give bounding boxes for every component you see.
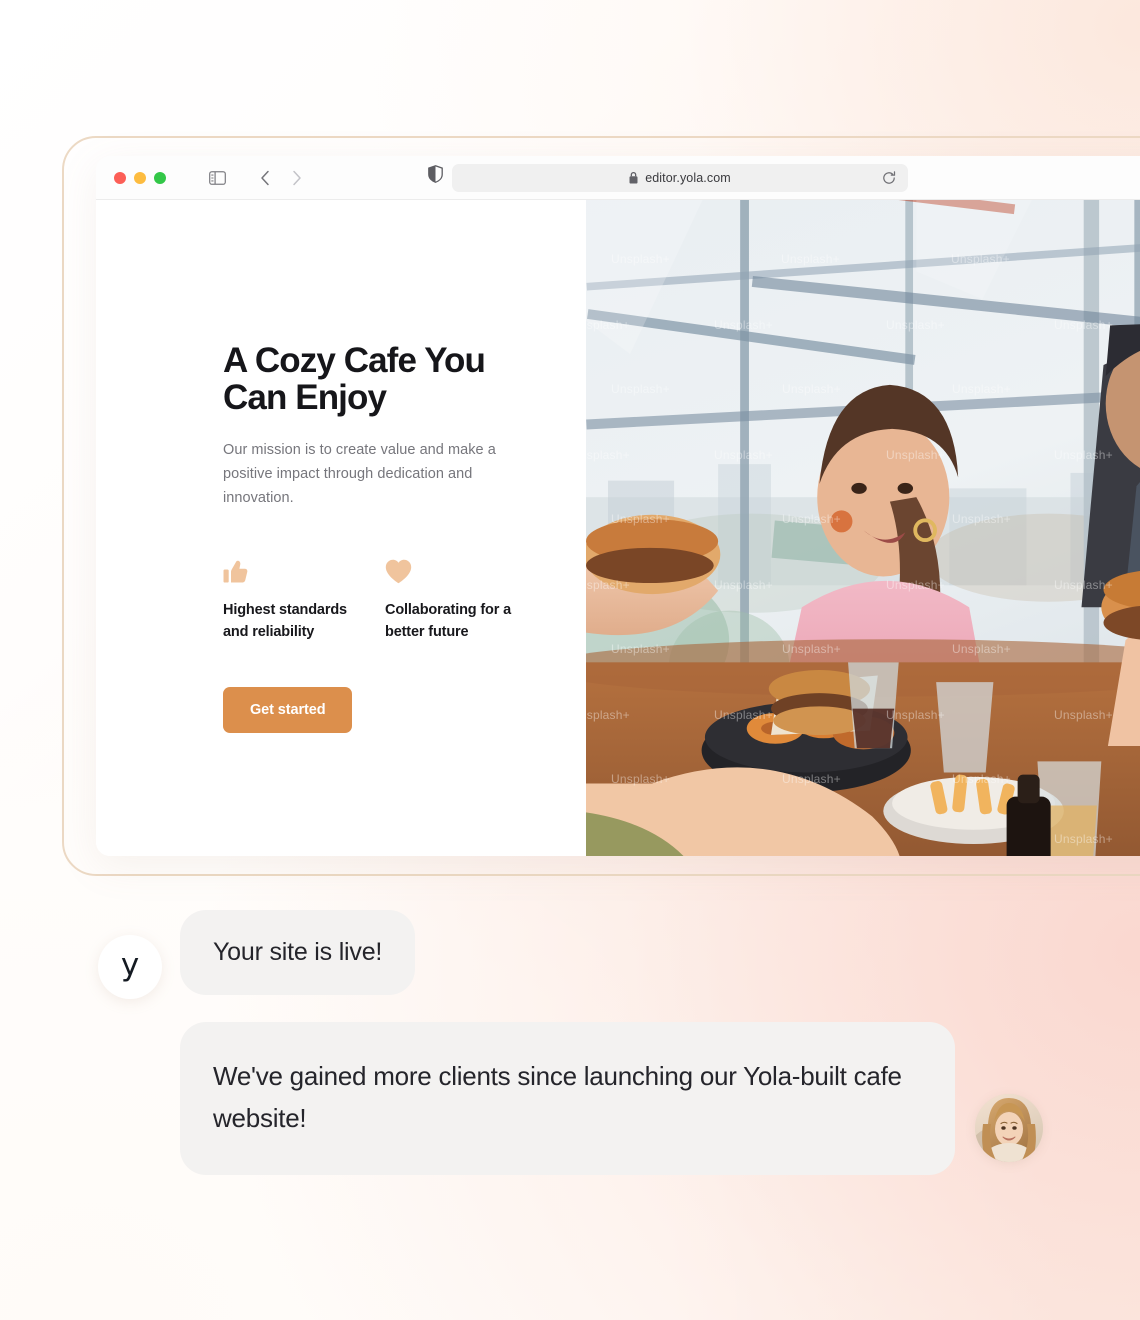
shield-icon[interactable] [428,165,443,188]
yola-brand-avatar: y [98,935,162,999]
feature-item-standards: Highest standards and reliability [223,559,385,643]
thumbs-up-icon [223,559,385,585]
hero-subtitle: Our mission is to create value and make … [223,441,496,506]
hero-photo-illustration [586,200,1140,856]
page-title: A Cozy Cafe You Can Enjoy [223,341,486,418]
address-bar[interactable]: editor.yola.com [452,164,908,192]
browser-toolbar: editor.yola.com [96,156,1140,200]
feature-list: Highest standards and reliability Collab… [223,559,586,643]
browser-window: editor.yola.com A Cozy Cafe You Can Enjo… [96,156,1140,856]
page-background: editor.yola.com A Cozy Cafe You Can Enjo… [0,0,1140,1320]
testimonial-bubble: We've gained more clients since launchin… [180,1022,955,1176]
status-bubble-text: Your site is live! [213,938,383,966]
feature-label: Collaborating for a better future [385,601,512,640]
feature-item-collaboration: Collaborating for a better future [385,559,547,643]
hero-photo: Unsplash+ Unsplash+ Unsplash+ Unsplash+ … [586,200,1140,856]
url-text: editor.yola.com [645,171,731,185]
customer-avatar-illustration [975,1094,1043,1162]
hero-copy-column: A Cozy Cafe You Can Enjoy Our mission is… [96,200,586,856]
get-started-button[interactable]: Get started [223,686,353,733]
customer-avatar [975,1094,1043,1162]
status-bubble: Your site is live! [180,910,416,996]
forward-chevron-icon[interactable] [284,165,310,191]
feature-label: Highest standards and reliability [223,601,347,640]
reload-icon[interactable] [882,171,896,185]
close-window-button[interactable] [114,171,126,184]
window-traffic-lights [114,171,166,184]
minimize-window-button[interactable] [134,171,146,184]
maximize-window-button[interactable] [154,171,166,184]
heart-icon [385,559,547,585]
yola-logo-letter: y [120,946,140,983]
website-canvas: A Cozy Cafe You Can Enjoy Our mission is… [96,200,1140,856]
testimonial-bubble-text: We've gained more clients since launchin… [213,1061,902,1134]
lock-icon [629,172,638,184]
sidebar-toggle-icon[interactable] [204,165,230,191]
back-chevron-icon[interactable] [252,165,278,191]
